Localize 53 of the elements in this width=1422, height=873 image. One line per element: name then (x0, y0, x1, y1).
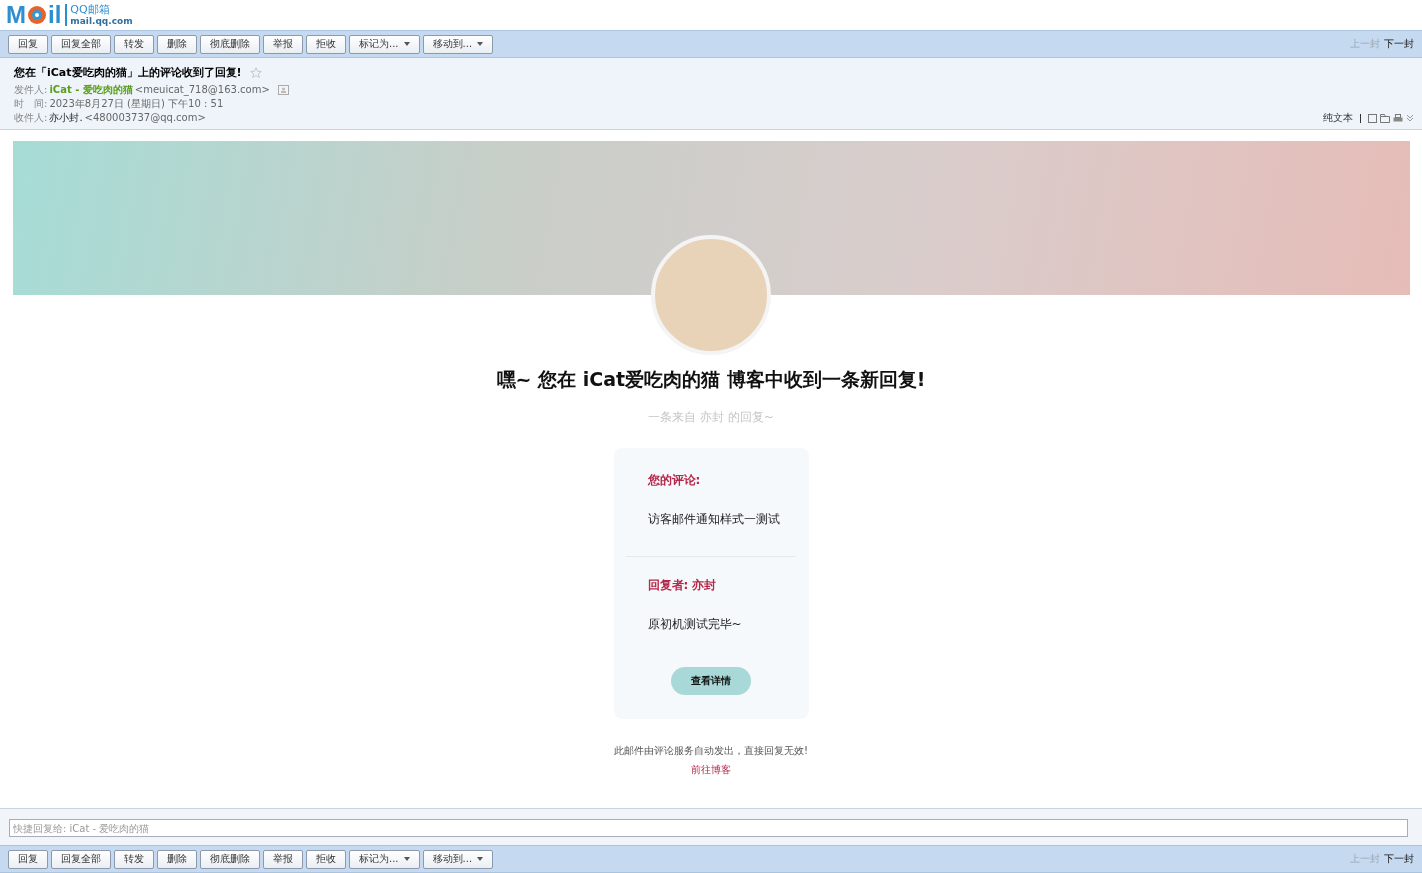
headline: 嘿~ 您在 iCat爱吃肉的猫 博客中收到一条新回复! (496, 367, 926, 392)
caret-icon (403, 42, 410, 46)
logo-circle-icon (27, 5, 47, 25)
nav-link[interactable]: 下一封 (1384, 852, 1414, 866)
toolbar-button[interactable]: 标记为... (349, 849, 420, 869)
sender-address: <meuicat_718@163.com> (134, 83, 270, 97)
field-label: 收件人: (14, 111, 48, 125)
sent-time: 2023年8月27日 (星期日) 下午10 : 51 (49, 97, 224, 111)
field-label: 时 间: (14, 97, 48, 111)
comment-text: 访客邮件通知样式一测试 (647, 511, 780, 528)
details-button[interactable]: 查看详情 (671, 667, 751, 695)
blog-link[interactable]: 前往博客 (691, 763, 731, 777)
toolbar-button[interactable]: 转发 (114, 34, 154, 54)
recipient-name: 亦小封. (49, 111, 83, 125)
caret-icon (477, 857, 484, 861)
field-label: 发件人: (14, 83, 48, 97)
expand-icon[interactable] (1406, 114, 1414, 122)
logo-letter: M (6, 2, 26, 28)
toolbar-button[interactable]: 删除 (157, 34, 197, 54)
toolbar-button[interactable]: 拒收 (306, 34, 346, 54)
caret-icon (403, 857, 410, 861)
comment-label: 您的评论: (647, 472, 701, 489)
plain-text-link[interactable]: 纯文本 (1323, 111, 1353, 125)
toolbar-button[interactable]: 回复全部 (51, 34, 111, 54)
toolbar-button[interactable]: 彻底删除 (200, 849, 260, 869)
toolbar-button[interactable]: 移动到... (422, 34, 494, 54)
logo-domain: mail.qq.com (70, 16, 133, 26)
toolbar-button[interactable]: 拒收 (306, 849, 346, 869)
reply-text: 原初机测试完毕~ (647, 616, 742, 633)
print-icon[interactable] (1393, 113, 1403, 123)
star-icon[interactable] (249, 66, 262, 79)
quick-reply-field[interactable]: 快捷回复给: iCat - 爱吃肉的猫 (9, 819, 1408, 837)
logo-letters: il (48, 2, 62, 28)
window-icon[interactable] (1368, 113, 1377, 123)
caret-icon (477, 42, 484, 46)
mail-subject: 您在「iCat爱吃肉的猫」上的评论收到了回复! (14, 65, 242, 80)
toolbar-button[interactable]: 删除 (157, 849, 197, 869)
toolbar-button[interactable]: 举报 (263, 849, 303, 869)
reply-label: 回复者: 亦封 (647, 577, 717, 594)
toolbar-button[interactable]: 标记为... (349, 34, 420, 54)
folder-icon[interactable] (1380, 113, 1390, 123)
toolbar-button[interactable]: 转发 (114, 849, 154, 869)
toolbar-button[interactable]: 彻底删除 (200, 34, 260, 54)
footer-note: 此邮件由评论服务自动发出，直接回复无效! (614, 744, 808, 758)
recipient-address: <480003737@qq.com> (84, 111, 206, 125)
toolbar-button[interactable]: 回复 (8, 34, 48, 54)
nav-link[interactable]: 下一封 (1384, 37, 1414, 51)
toolbar-button[interactable]: 回复全部 (51, 849, 111, 869)
logo-product: QQ邮箱 (70, 4, 111, 16)
contact-card-icon[interactable] (277, 85, 289, 95)
toolbar-button[interactable]: 回复 (8, 849, 48, 869)
toolbar-button[interactable]: 举报 (263, 34, 303, 54)
toolbar-button[interactable]: 移动到... (422, 849, 494, 869)
